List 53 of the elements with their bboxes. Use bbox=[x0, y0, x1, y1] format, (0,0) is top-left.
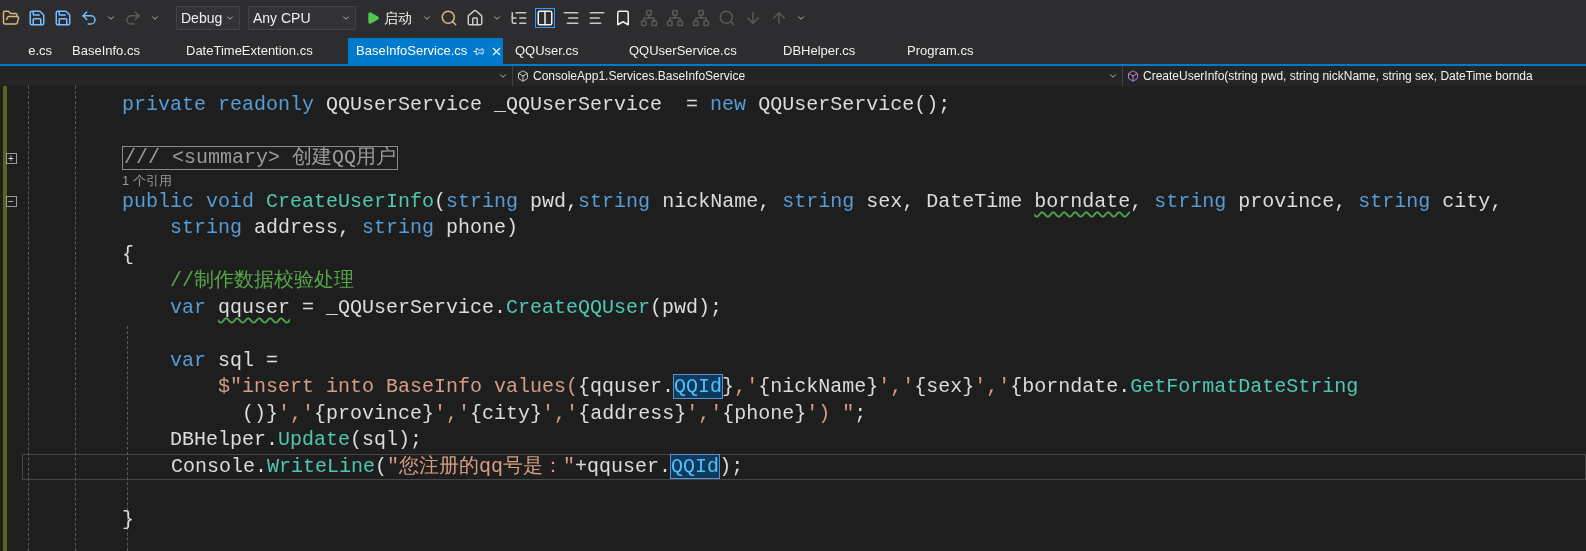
caret-icon[interactable] bbox=[498, 71, 508, 81]
code-line: DBHelper.Update(sql); bbox=[169, 428, 423, 453]
folder-icon[interactable] bbox=[2, 9, 20, 27]
file-tab[interactable]: Program.cs bbox=[899, 38, 1019, 64]
code-line: { bbox=[122, 242, 134, 267]
file-tab[interactable]: BaseInfo.cs bbox=[64, 38, 174, 64]
caret-icon[interactable] bbox=[106, 13, 116, 23]
fold-toggle[interactable]: − bbox=[5, 196, 17, 208]
code-line: ()}','{province}','{city}','{address}','{phone}') "; bbox=[241, 401, 867, 426]
tree-icon[interactable] bbox=[510, 9, 528, 27]
file-tab[interactable]: QQUserService.cs bbox=[621, 38, 771, 64]
code-line: //制作数据校验处理 bbox=[169, 269, 354, 294]
split-view-icon[interactable] bbox=[536, 9, 554, 27]
collapsed-comment[interactable]: /// <summary> 创建QQ用户 bbox=[122, 146, 399, 171]
file-tab[interactable]: QQUser.cs bbox=[507, 38, 617, 64]
find-icon[interactable] bbox=[440, 9, 458, 27]
align-left-icon[interactable] bbox=[588, 9, 606, 27]
configuration-dropdown[interactable]: Debug bbox=[176, 6, 240, 30]
code-line: $"insert into BaseInfo values({qquser.QQId},'{nickName}','{sex}','{borndate.GetFormatDateString bbox=[217, 375, 1359, 400]
caret-icon[interactable] bbox=[492, 13, 502, 23]
home-icon[interactable] bbox=[466, 9, 484, 27]
caret-icon[interactable] bbox=[796, 13, 806, 23]
start-button[interactable]: 启动 bbox=[364, 7, 414, 29]
code-line: } bbox=[122, 507, 134, 532]
code-line: private readonly QQUserService _QQUserService = new QQUserService(); bbox=[122, 93, 951, 118]
member-dropdown[interactable]: CreateUserInfo(string pwd, string nickName, string sex, DateTime bornda bbox=[1122, 66, 1586, 86]
class-icon bbox=[517, 70, 529, 82]
fold-toggle[interactable]: + bbox=[5, 152, 17, 164]
save-all-icon[interactable] bbox=[54, 9, 72, 27]
file-tab[interactable]: BaseInfoService.cs bbox=[348, 38, 503, 64]
code-line: var qquser = _QQUserService.CreateQQUser(pwd); bbox=[169, 295, 723, 320]
caret-icon[interactable] bbox=[1108, 71, 1118, 81]
align-right-icon[interactable] bbox=[562, 9, 580, 27]
code-line: Console.WriteLine("您注册的qq号是："+qquser.QQId); bbox=[170, 454, 744, 479]
caret-icon[interactable] bbox=[150, 13, 160, 23]
code-line: public void CreateUserInfo(string pwd,string nickName, string sex, DateTime borndate, string province, string city, bbox=[122, 189, 1503, 214]
save-icon[interactable] bbox=[28, 9, 46, 27]
play-icon[interactable] bbox=[366, 11, 380, 25]
platform-dropdown[interactable]: Any CPU bbox=[248, 6, 356, 30]
file-tab[interactable]: DBHelper.cs bbox=[775, 38, 895, 64]
method-icon bbox=[1127, 70, 1139, 82]
caret-icon[interactable] bbox=[422, 13, 432, 23]
reference-count[interactable]: 1 个引用 bbox=[122, 171, 172, 189]
class-dropdown[interactable]: ConsoleApp1.Services.BaseInfoService bbox=[512, 66, 1122, 86]
file-tab[interactable]: DateTimeExtention.cs bbox=[178, 38, 344, 64]
pin-icon[interactable] bbox=[473, 45, 485, 57]
file-tab[interactable]: e.cs bbox=[0, 38, 60, 64]
caret-icon[interactable] bbox=[225, 13, 235, 23]
caret-icon[interactable] bbox=[341, 13, 351, 23]
bookmark-icon[interactable] bbox=[614, 9, 632, 27]
code-line: string address, string phone) bbox=[169, 216, 519, 241]
undo-icon[interactable] bbox=[80, 9, 98, 27]
code-line: var sql = bbox=[169, 348, 279, 373]
